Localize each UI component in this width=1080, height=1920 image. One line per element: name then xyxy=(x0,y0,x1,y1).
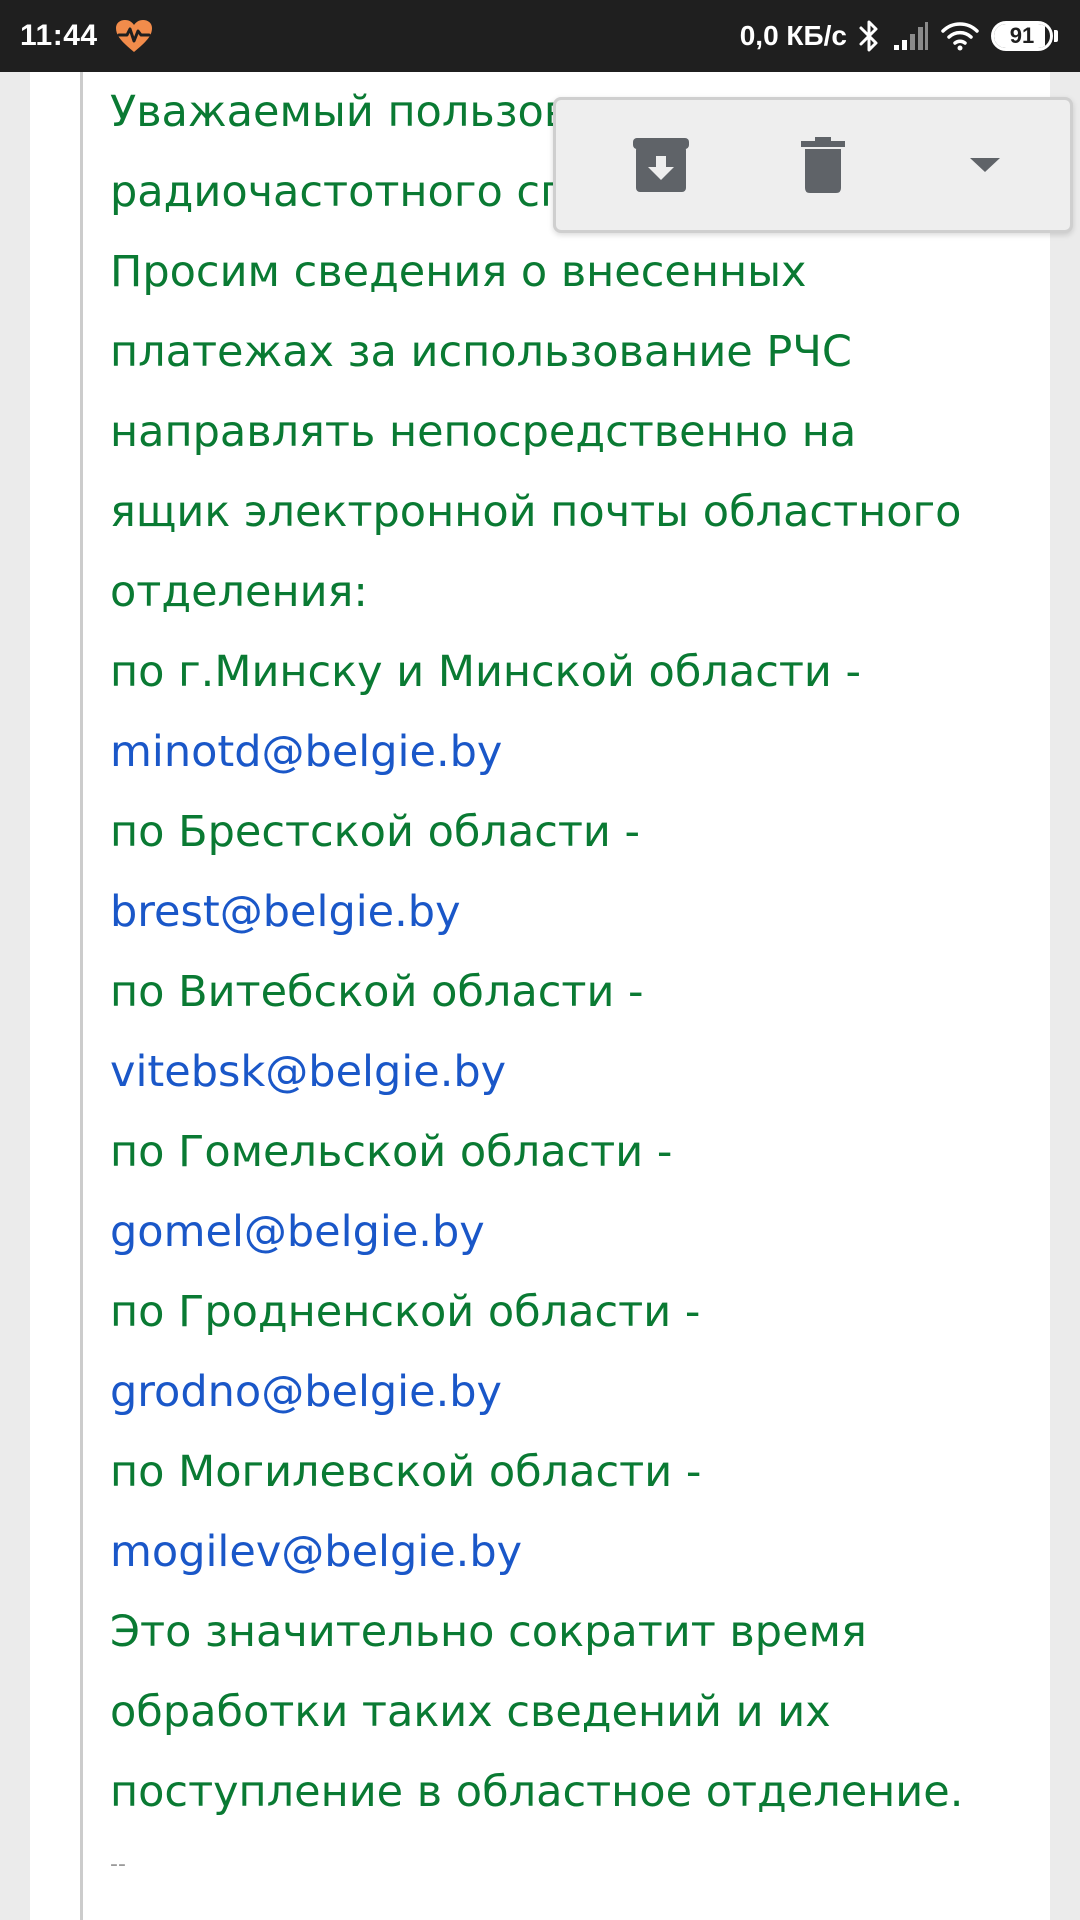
email-text-line: по г.Минску и Минской области - xyxy=(110,647,862,697)
email-text-line: по Брестской области - xyxy=(110,807,641,857)
email-address-link[interactable]: gomel@belgie.by xyxy=(110,1192,1030,1272)
battery-icon: 91 xyxy=(991,21,1058,51)
bluetooth-icon xyxy=(857,19,881,53)
battery-level: 91 xyxy=(1009,23,1035,48)
wifi-icon xyxy=(941,21,979,51)
email-address-link[interactable]: mogilev@belgie.by xyxy=(110,1512,1030,1592)
quote-bar xyxy=(80,72,83,1920)
signature-separator: -- xyxy=(110,1852,126,1877)
network-speed: 0,0 КБ/с xyxy=(739,20,847,51)
archive-icon xyxy=(633,138,689,192)
more-options-button[interactable] xyxy=(940,120,1030,210)
email-text-line: по Гродненской области - xyxy=(110,1287,701,1337)
heart-rate-icon xyxy=(114,18,154,54)
message-action-toolbar xyxy=(553,97,1073,233)
email-text-line: по Витебской области - xyxy=(110,967,644,1017)
dropdown-arrow-icon xyxy=(970,158,1000,172)
signal-icon xyxy=(893,21,929,51)
status-time: 11:44 xyxy=(20,19,98,52)
archive-button[interactable] xyxy=(616,120,706,210)
email-text-line: по Могилевской области - xyxy=(110,1447,702,1497)
email-text-line: по Гомельской области - xyxy=(110,1127,673,1177)
email-address-link[interactable]: vitebsk@belgie.by xyxy=(110,1032,1030,1112)
email-text-line: ящик электронной почты областного xyxy=(110,487,962,537)
email-text-line: отделения: xyxy=(110,567,368,617)
email-address-link[interactable]: brest@belgie.by xyxy=(110,872,1030,952)
email-text-line: Это значительно сократит время xyxy=(110,1607,867,1657)
email-address-link[interactable]: minotd@belgie.by xyxy=(110,712,1030,792)
delete-button[interactable] xyxy=(778,120,868,210)
email-text-line: направлять непосредственно на xyxy=(110,407,857,457)
trash-icon xyxy=(801,137,845,193)
email-text-line: платежах за использование РЧС xyxy=(110,327,852,377)
status-right-group: 0,0 КБ/с 91 xyxy=(740,19,1058,53)
email-address-link[interactable]: grodno@belgie.by xyxy=(110,1352,1030,1432)
email-body: Уважаемый пользователь радиочастотного сп… xyxy=(110,72,1030,1832)
battery-tip xyxy=(1054,30,1058,42)
status-bar: 11:44 0,0 КБ/с 91 xyxy=(0,0,1080,72)
email-text-line: обработки таких сведений и их xyxy=(110,1687,831,1737)
battery-body: 91 xyxy=(991,21,1053,51)
email-text-line: Просим сведения о внесенных xyxy=(110,247,807,297)
email-message-card: Уважаемый пользователь радиочастотного сп… xyxy=(30,72,1050,1920)
email-text-line: поступление в областное отделение. xyxy=(110,1767,964,1817)
